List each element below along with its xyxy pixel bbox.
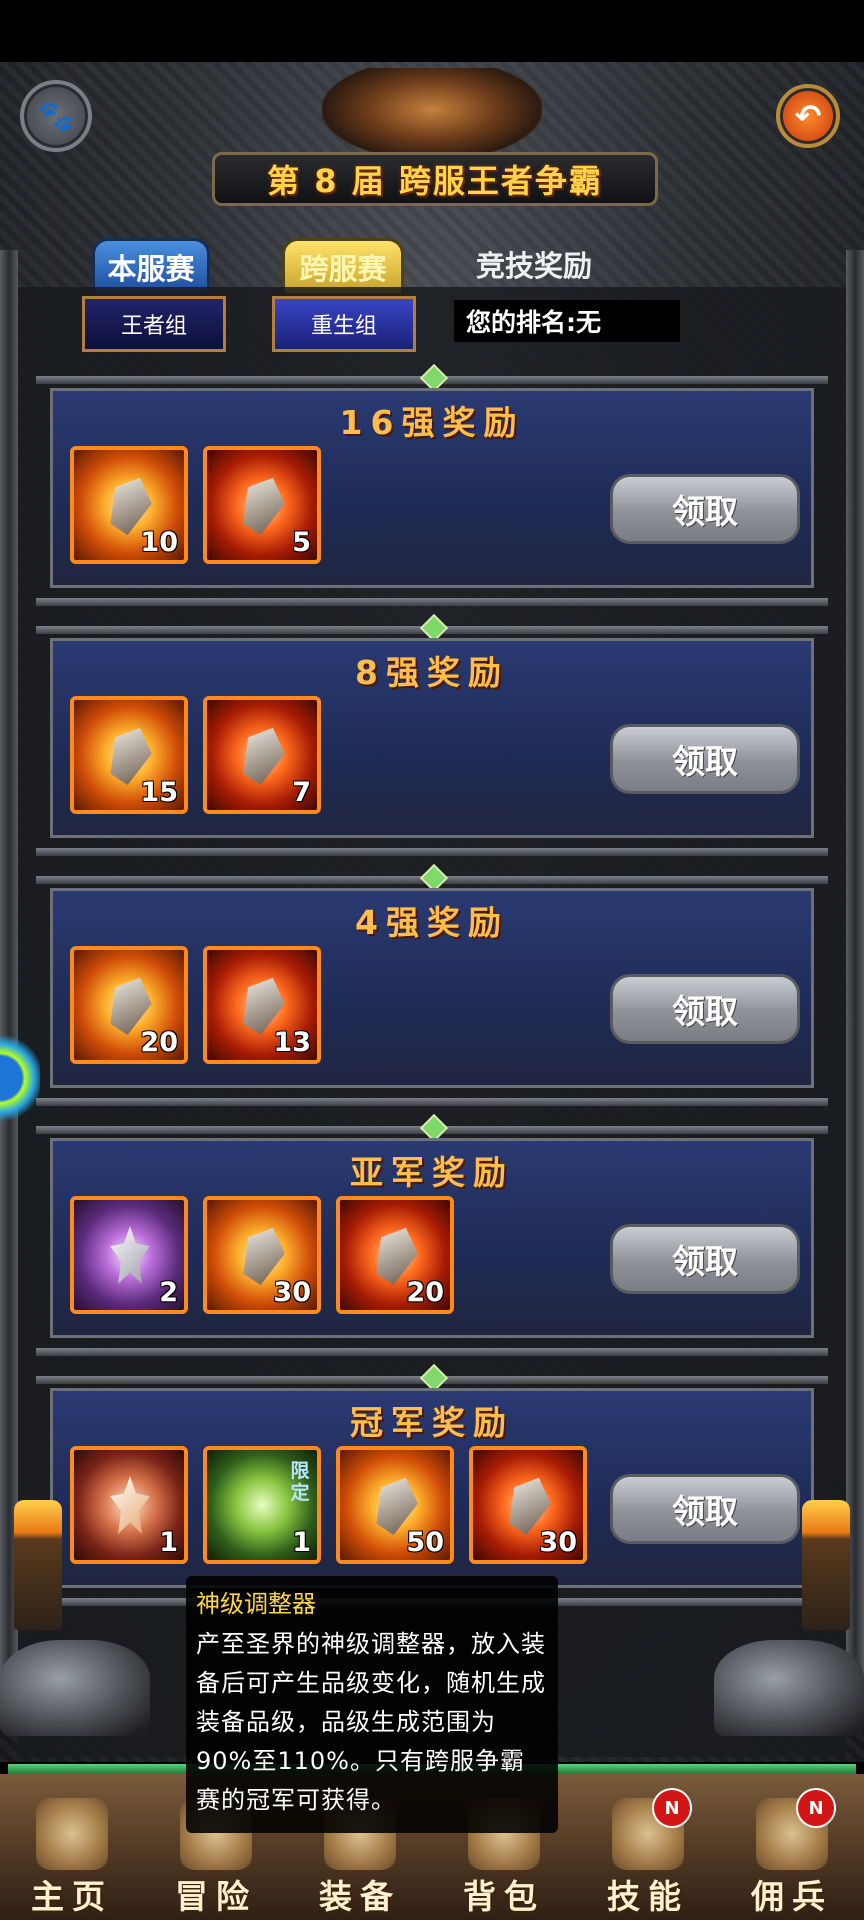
tooltip-body: 产至圣界的神级调整器，放入装备后可产生品级变化，随机生成装备品级，品级生成范围为… [196,1630,546,1814]
divider [36,848,828,856]
divider [36,1348,828,1356]
claim-button[interactable]: 领取 [610,724,800,794]
section-title: 冠军奖励 [350,1403,514,1442]
nav-mercenary[interactable]: N 佣兵 [720,1774,864,1920]
nav-label: 背包 [463,1877,545,1916]
back-button[interactable]: ↶ [776,84,840,148]
reward-items: 20 13 [70,946,321,1064]
king-group-button[interactable]: 王者组 [82,296,226,352]
reward-items: 2 30 20 [70,1196,454,1314]
reward-item-crystal-red[interactable]: 30 [469,1446,587,1564]
section-title: 亚军奖励 [350,1153,514,1192]
tooltip-title: 神级调整器 [196,1590,316,1618]
item-quantity: 20 [140,1027,178,1058]
my-rank-label: 您的排名:无 [454,300,680,342]
reward-section-top16: 16强奖励 10 5 领取 [36,363,828,606]
new-badge: N [652,1788,692,1828]
item-quantity: 1 [159,1527,178,1558]
item-quantity: 15 [140,777,178,808]
paw-button[interactable]: 🐾 [20,80,92,152]
torch-right [802,1500,850,1630]
item-quantity: 30 [273,1277,311,1308]
nav-label: 技能 [607,1877,689,1916]
crystal-icon [234,721,291,789]
nav-home[interactable]: 主页 [0,1774,144,1920]
reward-item-limited-orb[interactable]: 限定 1 [203,1446,321,1564]
status-bar [0,0,864,62]
reward-item-divine-adjuster[interactable]: 1 [70,1446,188,1564]
tournament-title: 第 8 届 跨服王者争霸 [212,152,658,206]
new-badge: N [796,1788,836,1828]
reward-item-crystal-red[interactable]: 7 [203,696,321,814]
return-arrow-icon: ↶ [794,97,822,135]
divider [36,598,828,606]
star-badge-icon [110,1226,150,1284]
crystal-icon [234,471,291,539]
item-quantity: 30 [539,1527,577,1558]
torch-left [14,1500,62,1630]
claim-button[interactable]: 领取 [610,974,800,1044]
item-quantity: 7 [292,777,311,808]
item-quantity: 2 [159,1277,178,1308]
section-title: 8强奖励 [355,653,509,692]
section-title: 16强奖励 [339,403,525,442]
claim-button[interactable]: 领取 [610,474,800,544]
lion-statue-left [0,1640,150,1736]
lion-statue-right [714,1640,864,1736]
limited-tag: 限定 [290,1460,310,1504]
reward-item-crystal-red[interactable]: 13 [203,946,321,1064]
reward-section-runner-up: 亚军奖励 2 30 20 领取 [36,1113,828,1356]
left-pillar [0,250,18,1710]
reborn-group-button[interactable]: 重生组 [272,296,416,352]
castle-icon [36,1798,108,1870]
divider [36,1098,828,1106]
item-tooltip: 神级调整器 产至圣界的神级调整器，放入装备后可产生品级变化，随机生成装备品级，品… [186,1576,558,1833]
section-title: 4强奖励 [355,903,509,942]
item-quantity: 5 [292,527,311,558]
reward-item-crystal-gold[interactable]: 20 [70,946,188,1064]
paw-icon: 🐾 [37,98,75,134]
nav-skills[interactable]: N 技能 [576,1774,720,1920]
reward-items: 15 7 [70,696,321,814]
item-quantity: 1 [292,1527,311,1558]
item-quantity: 13 [273,1027,311,1058]
item-quantity: 20 [406,1277,444,1308]
demon-skull-ornament [322,68,542,160]
reward-item-crystal-gold[interactable]: 50 [336,1446,454,1564]
reward-item-crystal-gold[interactable]: 30 [203,1196,321,1314]
nav-label: 佣兵 [751,1877,833,1916]
right-pillar [846,250,864,1710]
item-quantity: 10 [140,527,178,558]
reward-item-crystal-gold[interactable]: 10 [70,446,188,564]
reward-item-crystal-gold[interactable]: 15 [70,696,188,814]
tab-arena-rewards[interactable]: 竞技奖励 [468,238,600,290]
item-quantity: 50 [406,1527,444,1558]
reward-section-champion: 冠军奖励 1 限定 1 50 30 领取 [36,1363,828,1606]
nav-label: 冒险 [175,1877,257,1916]
reward-items: 1 限定 1 50 30 [70,1446,587,1564]
reward-item-crystal-red[interactable]: 20 [336,1196,454,1314]
nav-label: 主页 [31,1877,113,1916]
claim-button[interactable]: 领取 [610,1224,800,1294]
reward-items: 10 5 [70,446,321,564]
star-badge-icon [110,1476,150,1534]
nav-label: 装备 [319,1877,401,1916]
reward-item-crystal-red[interactable]: 5 [203,446,321,564]
reward-section-top8: 8强奖励 15 7 领取 [36,613,828,856]
reward-item-adjuster-purple[interactable]: 2 [70,1196,188,1314]
claim-button[interactable]: 领取 [610,1474,800,1544]
reward-section-top4: 4强奖励 20 13 领取 [36,863,828,1106]
